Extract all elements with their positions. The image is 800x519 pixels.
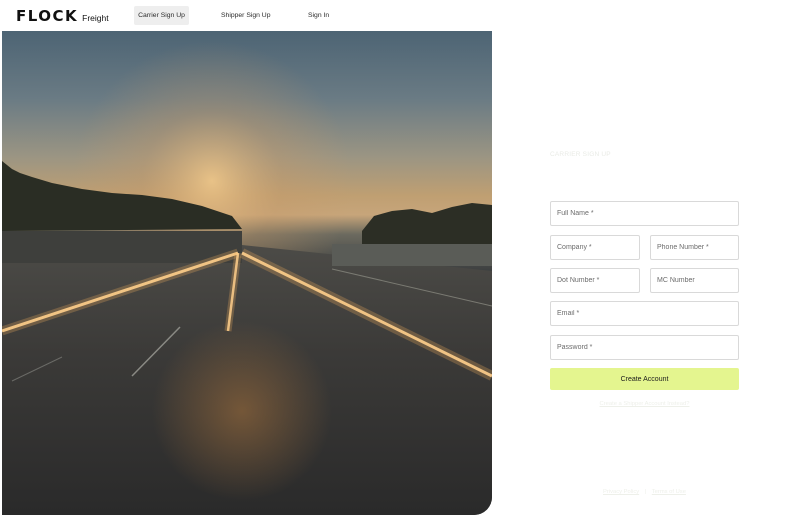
create-account-button[interactable]: Create Account <box>550 368 739 390</box>
terms-of-use-link[interactable]: Terms of Use <box>652 489 686 495</box>
form-eyebrow: CARRIER SIGN UP <box>550 151 611 158</box>
full-name-field[interactable] <box>550 201 739 226</box>
phone-number-input[interactable] <box>651 236 738 259</box>
flock-bird-icon <box>550 132 572 144</box>
dot-number-field[interactable] <box>550 268 640 293</box>
form-title: Start hauling with Flock Freight <box>550 166 722 180</box>
nav-shipper-sign-up[interactable]: Shipper Sign Up <box>218 6 274 25</box>
highway-illustration <box>2 31 492 515</box>
nav-carrier-sign-up[interactable]: Carrier Sign Up <box>134 6 189 25</box>
logo-subtitle: Freight <box>82 13 109 23</box>
password-input[interactable] <box>551 336 738 359</box>
phone-number-field[interactable] <box>650 235 739 260</box>
privacy-policy-link[interactable]: Privacy Policy <box>603 489 639 495</box>
email-input[interactable] <box>551 302 738 325</box>
logo-wordmark: FLOCK <box>16 7 79 25</box>
company-field[interactable] <box>550 235 640 260</box>
email-field[interactable] <box>550 301 739 326</box>
footer-separator: | <box>644 489 647 495</box>
dot-number-input[interactable] <box>551 269 639 292</box>
flock-freight-logo[interactable]: FLOCK Freight <box>16 7 109 25</box>
full-name-input[interactable] <box>551 202 738 225</box>
nav-sign-in[interactable]: Sign In <box>305 6 332 25</box>
password-field[interactable] <box>550 335 739 360</box>
signup-panel <box>482 31 800 515</box>
mc-number-field[interactable] <box>650 268 739 293</box>
top-nav-bar: FLOCK Freight Carrier Sign Up Shipper Si… <box>0 0 800 31</box>
create-shipper-account-link[interactable]: Create a Shipper Account Instead? <box>550 401 739 407</box>
footer-links: Privacy Policy | Terms of Use <box>550 489 739 495</box>
company-input[interactable] <box>551 236 639 259</box>
hero-highway-image <box>2 31 492 515</box>
mc-number-input[interactable] <box>651 269 738 292</box>
